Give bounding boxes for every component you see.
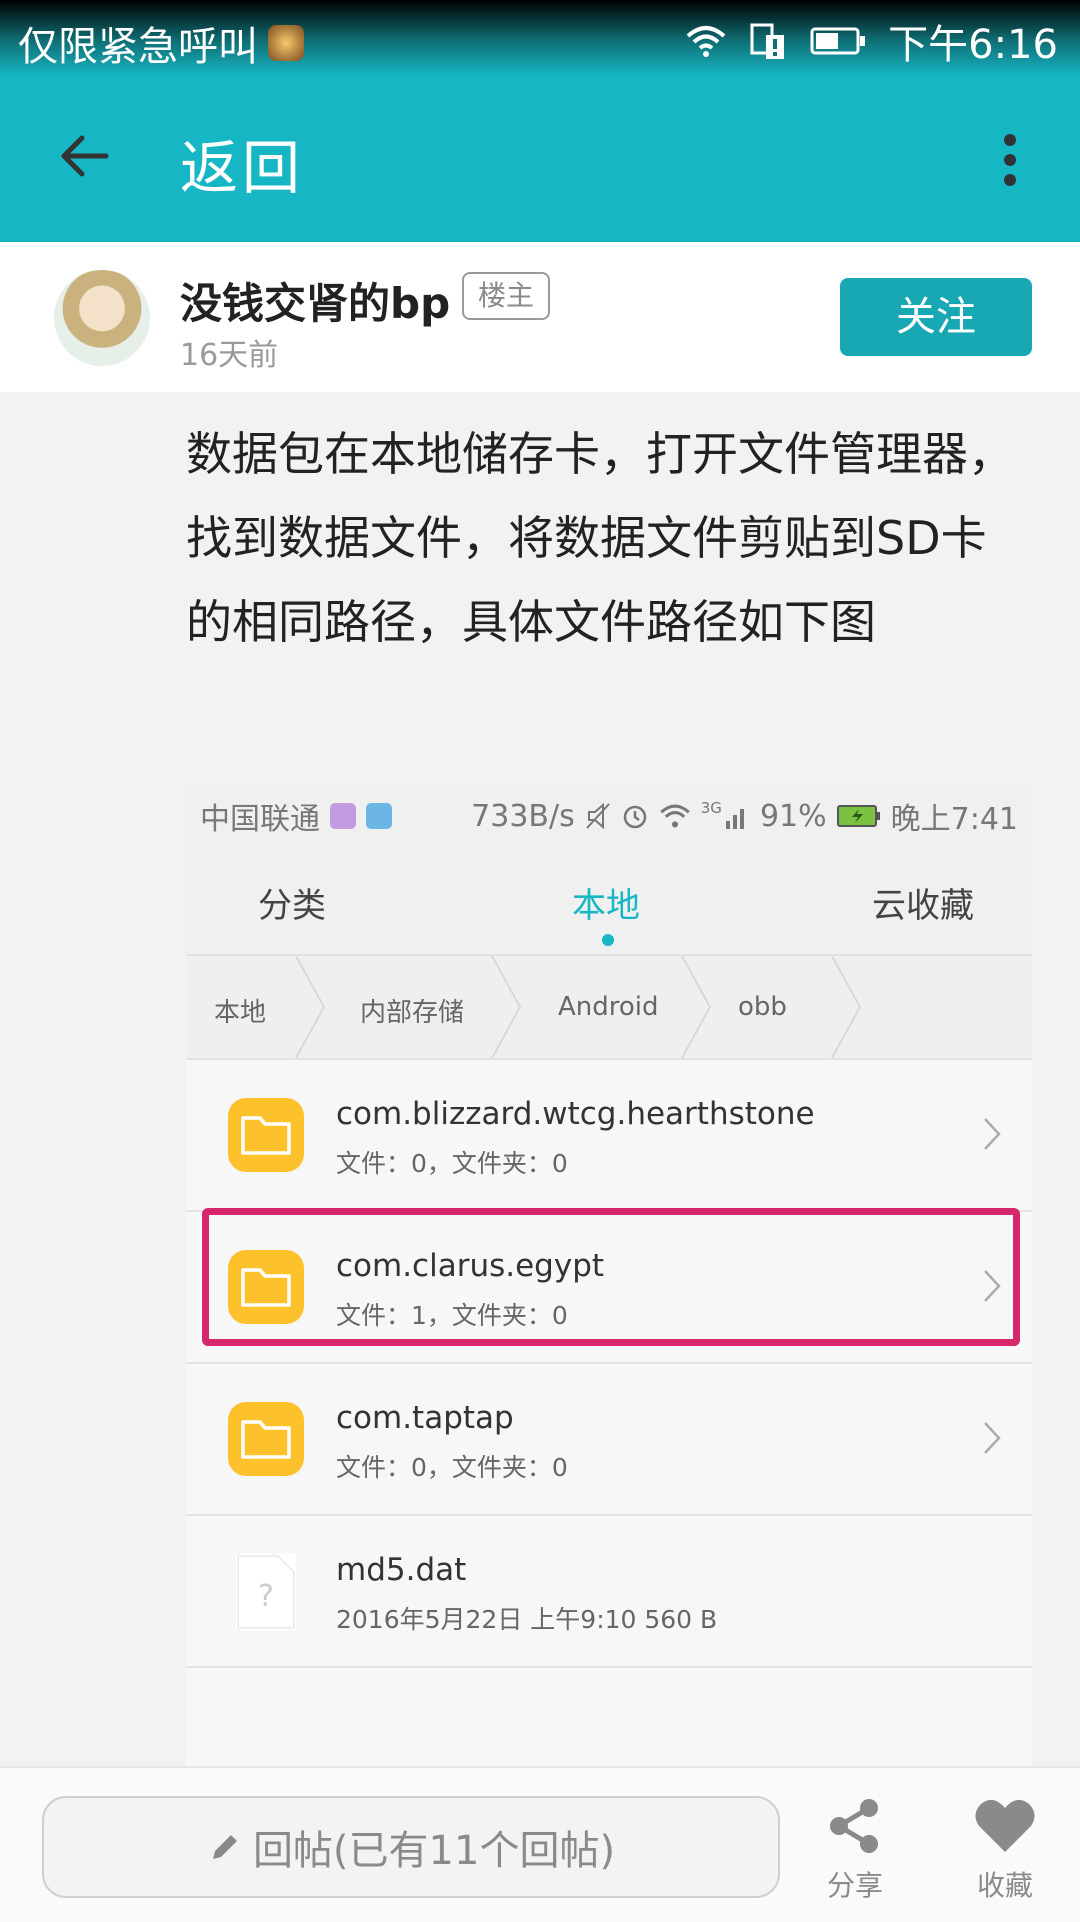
page-title[interactable]: 返回 <box>180 121 304 205</box>
reply-label: 回帖(已有11个回帖) <box>252 1828 616 1874</box>
active-tab-indicator <box>602 934 614 946</box>
breadcrumb: 本地 内部存储 Android obb <box>186 956 1032 1060</box>
post-image[interactable]: 中国联通 733B/s 3G 91% 晚上7:41 分类 本地 云收藏 本地 内… <box>186 786 1032 1766</box>
share-label: 分享 <box>826 1869 883 1902</box>
clock: 下午6:16 <box>888 22 1058 68</box>
image-network-type: 3G <box>700 799 722 817</box>
file-meta: 文件：0，文件夹：0 <box>336 1453 568 1482</box>
svg-text:?: ? <box>258 1579 274 1614</box>
list-item[interactable]: com.taptap 文件：0，文件夹：0 <box>186 1364 1032 1516</box>
list-item[interactable]: com.blizzard.wtcg.hearthstone 文件：0，文件夹：0 <box>186 1060 1032 1212</box>
favorite-label: 收藏 <box>976 1869 1033 1902</box>
signal-icon <box>725 809 744 829</box>
tab-category[interactable]: 分类 <box>258 878 326 927</box>
author-name[interactable]: 没钱交肾的bp <box>180 270 450 331</box>
op-badge: 楼主 <box>462 272 551 320</box>
sim-alert-icon <box>750 23 785 59</box>
list-item[interactable]: ? md5.dat 2016年5月22日 上午9:10 560 B <box>186 1516 1032 1668</box>
highlight-box <box>202 1208 1020 1346</box>
chevron-right-icon <box>984 1422 1001 1454</box>
author-bar: 没钱交肾的bp 楼主 16天前 关注 <box>0 242 1080 392</box>
image-battery-percent: 91% <box>759 798 827 834</box>
breadcrumb-android[interactable]: Android <box>558 992 659 1022</box>
reply-input[interactable]: 回帖(已有11个回帖) <box>42 1796 780 1898</box>
folder-icon <box>228 1098 304 1172</box>
unknown-file-icon: ? <box>236 1554 296 1630</box>
file-name: md5.dat <box>336 1552 467 1588</box>
breadcrumb-local[interactable]: 本地 <box>214 992 266 1029</box>
post-time: 16天前 <box>180 338 279 373</box>
chevron-right-icon <box>984 1118 1001 1150</box>
image-tab-bar: 分类 本地 云收藏 <box>186 846 1032 956</box>
app-bar: 返回 <box>0 76 1080 242</box>
follow-button[interactable]: 关注 <box>840 278 1032 356</box>
file-meta: 文件：0，文件夹：0 <box>336 1149 568 1178</box>
heart-icon <box>975 1799 1035 1852</box>
image-time: 晚上7:41 <box>890 802 1018 837</box>
file-name: com.taptap <box>336 1400 514 1436</box>
alarm-icon <box>623 805 647 829</box>
carrier-label: 仅限紧急呼叫 <box>18 24 258 70</box>
breadcrumb-internal-storage[interactable]: 内部存储 <box>360 992 464 1029</box>
image-wifi-icon <box>659 804 690 828</box>
image-carrier: 中国联通 <box>200 802 320 837</box>
avatar[interactable] <box>54 270 150 366</box>
status-bar: 仅限紧急呼叫 下午6:16 <box>0 0 1080 76</box>
back-arrow-icon[interactable] <box>56 128 112 184</box>
image-net-speed: 733B/s <box>471 798 575 834</box>
file-meta: 2016年5月22日 上午9:10 560 B <box>336 1605 718 1634</box>
tab-local[interactable]: 本地 <box>572 878 640 927</box>
bottom-bar: 回帖(已有11个回帖) 分享 收藏 <box>0 1766 1080 1922</box>
game-app-icon <box>268 25 304 61</box>
gallery-icon <box>330 803 356 829</box>
wifi-icon <box>686 26 726 57</box>
share-icon <box>830 1799 878 1853</box>
more-options-icon[interactable] <box>1000 132 1020 188</box>
favorite-button[interactable]: 收藏 <box>950 1796 1060 1904</box>
post-text: 数据包在本地储存卡，打开文件管理器，找到数据文件，将数据文件剪贴到SD卡的相同路… <box>186 427 1014 649</box>
folder-icon <box>228 1402 304 1476</box>
file-name: com.blizzard.wtcg.hearthstone <box>336 1096 815 1132</box>
image-status-bar: 中国联通 733B/s 3G 91% 晚上7:41 <box>186 786 1032 846</box>
app-notification-icon <box>366 803 392 829</box>
battery-icon <box>810 27 866 55</box>
pencil-icon <box>212 1835 237 1859</box>
breadcrumb-obb[interactable]: obb <box>738 992 787 1022</box>
charging-battery-icon <box>836 805 880 827</box>
tab-cloud-favorites[interactable]: 云收藏 <box>872 878 974 927</box>
share-button[interactable]: 分享 <box>800 1796 910 1904</box>
mute-icon <box>586 802 610 830</box>
